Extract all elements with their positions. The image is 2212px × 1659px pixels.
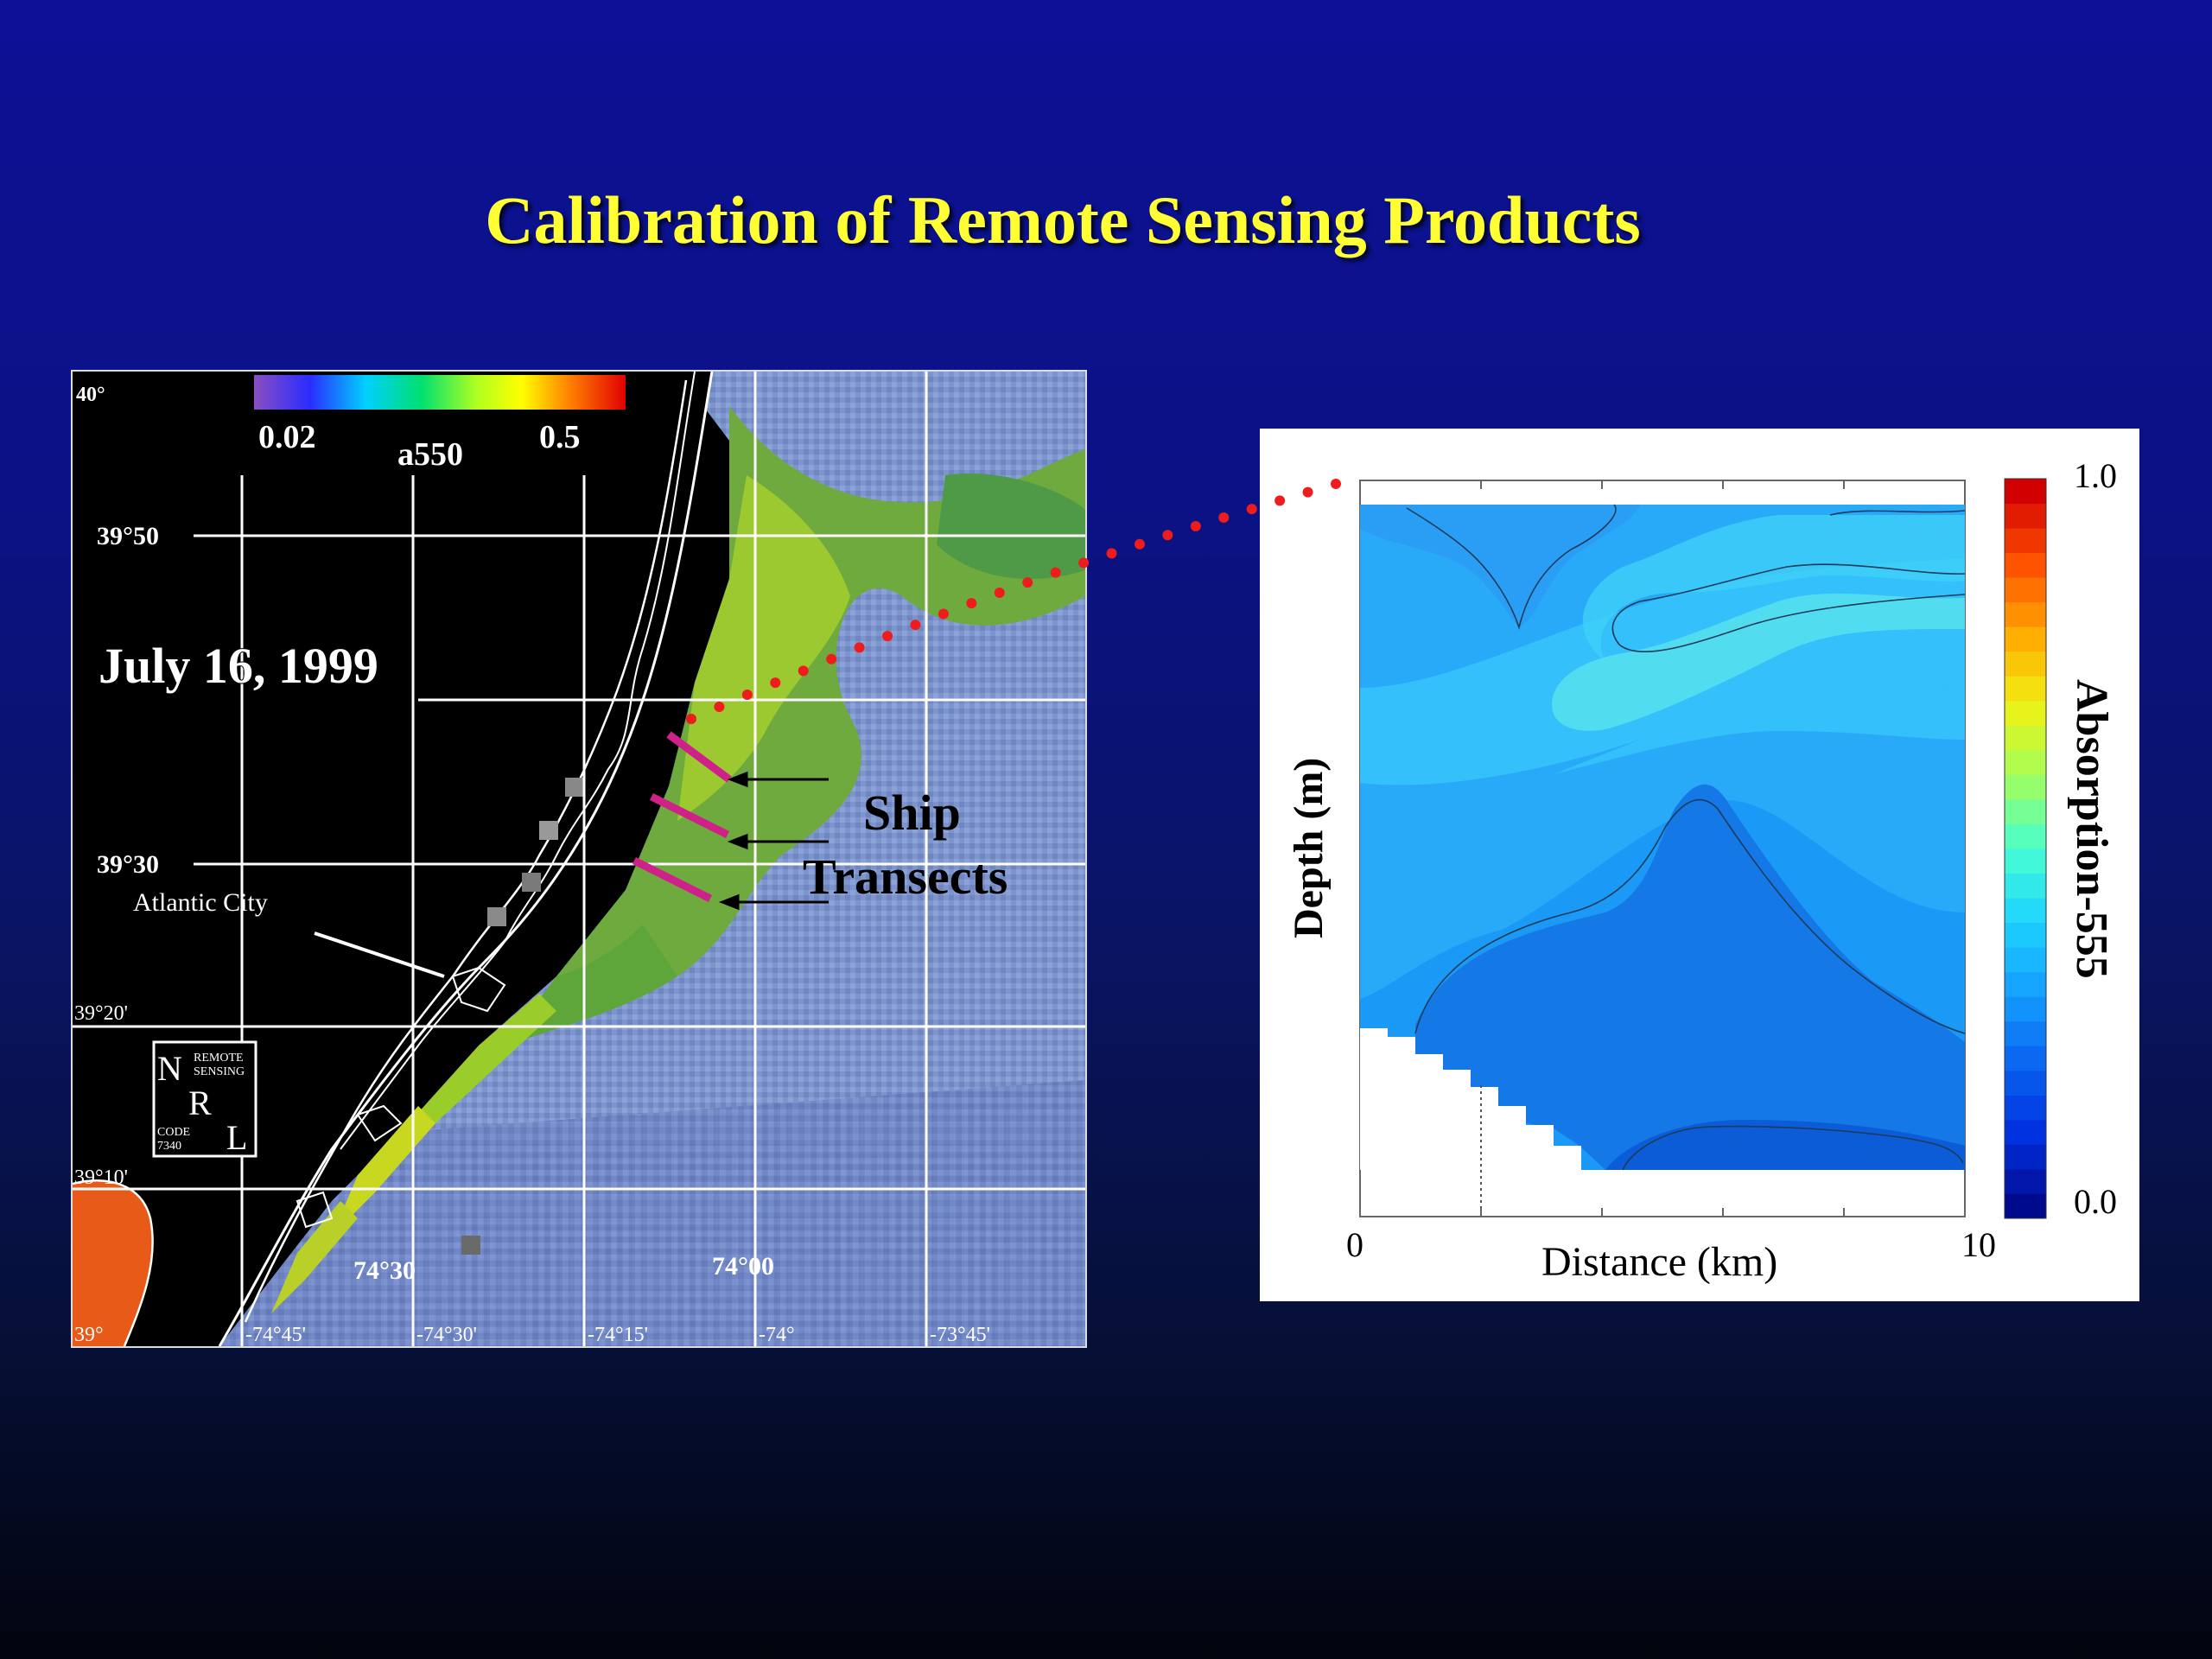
colorbar-step <box>2005 971 2046 997</box>
lon-inner-label-7430: 74°30 <box>353 1256 416 1285</box>
absorption-section-chart: 0 10 Distance (km) Depth (m) 1.0 0.0 Abs… <box>1260 429 2139 1301</box>
colorbar-step <box>2005 774 2046 800</box>
colorbar-tick-top: 1.0 <box>2074 456 2117 495</box>
lat-label-39: 39° <box>74 1324 104 1346</box>
lon-label-7430: -74°30' <box>416 1324 477 1346</box>
colorbar-step <box>2005 947 2046 973</box>
connector-dot <box>1246 504 1257 515</box>
satellite-map: 0.02 0.5 a550 40° 39°50 39°30 39°20' 39°… <box>71 370 1087 1348</box>
svg-text:L: L <box>226 1118 247 1157</box>
lon-label-7445: -74°45' <box>245 1324 306 1346</box>
colorbar-step <box>2005 798 2046 824</box>
svg-text:7340: 7340 <box>157 1140 181 1153</box>
lon-inner-label-7400: 74°00 <box>712 1252 774 1281</box>
colorbar-step <box>2005 922 2046 948</box>
colorbar-step <box>2005 725 2046 751</box>
connector-dot <box>1190 521 1201 532</box>
nrl-logo: N REMOTE SENSING R L CODE 7340 <box>152 1040 257 1158</box>
colorbar-step <box>2005 873 2046 899</box>
colorbar-step <box>2005 528 2046 554</box>
colorbar-step <box>2005 626 2046 652</box>
ship-label: Ship <box>863 785 961 841</box>
colorbar-step <box>2005 898 2046 924</box>
colorbar-step <box>2005 552 2046 578</box>
colorbar-min-label: 0.02 <box>258 419 316 455</box>
lat-label-3950: 39°50 <box>97 522 159 550</box>
colorbar-tick-bottom: 0.0 <box>2074 1182 2117 1221</box>
x-tick-label-10: 10 <box>1961 1225 1996 1264</box>
x-axis-label: Distance (km) <box>1541 1239 1777 1285</box>
connector-dot <box>1134 538 1145 550</box>
colorbar-step <box>2005 1095 2046 1121</box>
colorbar-step <box>2005 1070 2046 1096</box>
slide-title: Calibration of Remote Sensing Products <box>485 182 1641 257</box>
colorbar-step <box>2005 1119 2046 1145</box>
lon-label-7345: -73°45' <box>930 1324 990 1346</box>
lon-label-7415: -74°15' <box>588 1324 648 1346</box>
svg-text:REMOTE: REMOTE <box>194 1052 244 1065</box>
chart-colorbar <box>2004 478 2047 1219</box>
y-axis-label: Depth (m) <box>1286 758 1332 938</box>
colorbar-step <box>2005 700 2046 726</box>
colorbar-step <box>2005 1193 2046 1219</box>
colorbar-step <box>2005 849 2046 874</box>
colorbar-step <box>2005 676 2046 702</box>
colorbar-label: Absorption-555 <box>2067 679 2116 979</box>
colorbar-max-label: 0.5 <box>539 419 581 455</box>
svg-text:SENSING: SENSING <box>194 1065 245 1078</box>
colorbar-variable-label: a550 <box>397 436 463 473</box>
connector-dot <box>1162 530 1173 541</box>
colorbar-step <box>2005 1046 2046 1071</box>
colorbar-step <box>2005 1168 2046 1194</box>
colorbar-step <box>2005 479 2046 505</box>
colorbar-step <box>2005 1020 2046 1046</box>
colorbar-step <box>2005 1144 2046 1170</box>
colorbar-step <box>2005 503 2046 529</box>
map-colorbar <box>254 375 626 410</box>
colorbar-step <box>2005 577 2046 603</box>
svg-text:N: N <box>157 1049 182 1088</box>
lat-label-3920: 39°20' <box>74 1002 128 1025</box>
colorbar-step <box>2005 749 2046 775</box>
svg-text:R: R <box>188 1084 212 1122</box>
lon-label-74: -74° <box>759 1324 795 1346</box>
colorbar-step <box>2005 651 2046 677</box>
svg-text:CODE: CODE <box>157 1126 190 1139</box>
x-tick-label-0: 0 <box>1346 1225 1363 1264</box>
atlantic-city-label: Atlantic City <box>133 888 268 917</box>
lat-label-40: 40° <box>76 384 105 406</box>
colorbar-step <box>2005 996 2046 1022</box>
transects-label: Transects <box>803 849 1007 905</box>
colorbar-step <box>2005 601 2046 627</box>
colorbar-step <box>2005 823 2046 849</box>
connector-dot <box>1106 548 1117 559</box>
lat-label-3930: 39°30 <box>97 850 159 879</box>
connector-dot <box>1218 512 1230 523</box>
plot-area <box>1359 480 1966 1217</box>
map-date: July 16, 1999 <box>99 638 378 694</box>
lat-label-3910: 39°10' <box>74 1166 128 1189</box>
